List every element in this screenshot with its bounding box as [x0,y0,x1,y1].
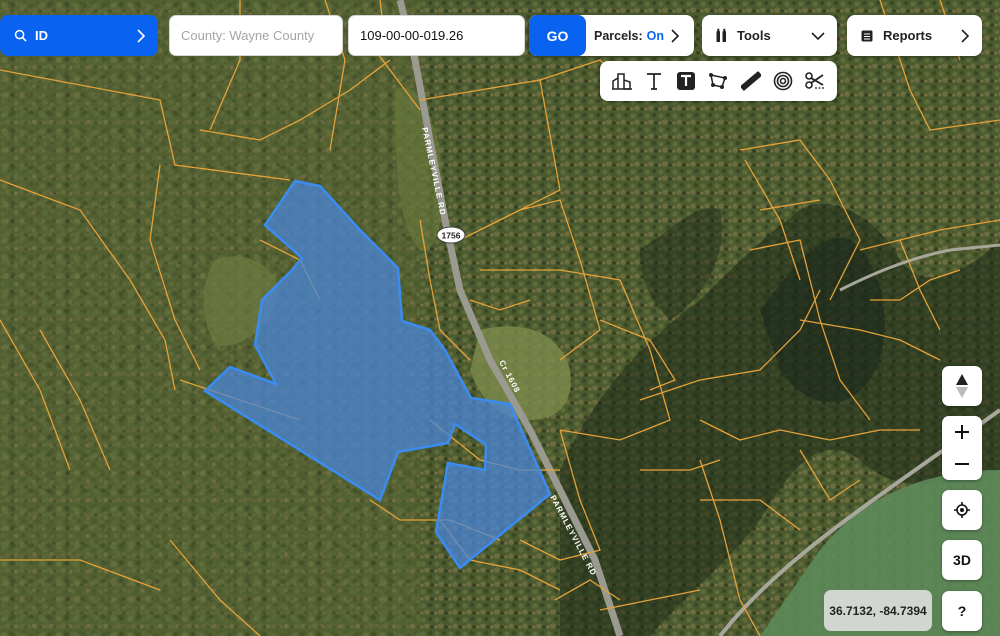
zoom-out-icon [955,463,969,465]
zoom-controls [942,416,982,480]
compass-button[interactable] [942,366,982,406]
chevron-right-icon [671,29,680,43]
drawing-toolbar [600,61,837,101]
buildings-tool[interactable] [608,67,636,95]
search-mode-button[interactable]: ID [0,15,158,56]
buffer-tool[interactable] [769,67,797,95]
text-icon [647,73,662,90]
search-mode-label: ID [35,28,48,43]
three-d-button[interactable]: 3D [942,540,982,580]
text-box-icon [677,72,696,90]
help-label: ? [957,603,967,619]
buildings-icon [612,73,633,90]
parcels-toggle[interactable]: Parcels: On [586,29,664,43]
polygon-tool[interactable] [704,67,732,95]
locate-button[interactable] [942,490,982,530]
go-button[interactable]: GO [529,15,586,56]
tools-dropdown[interactable]: Tools [702,15,837,56]
split-tool[interactable] [801,67,829,95]
parcels-group: GO Parcels: On [529,15,694,56]
reports-label: Reports [883,28,933,43]
help-button[interactable]: ? [942,591,982,631]
chevron-right-icon [961,29,970,43]
zoom-out-button[interactable] [954,448,970,480]
scissors-icon [805,72,824,89]
text-box-tool[interactable] [672,67,700,95]
battery-tools-icon [716,28,726,42]
tools-label: Tools [737,28,771,43]
parcels-state: On [646,28,665,43]
map-canvas[interactable]: PARMLEYVILLE RD Cr 1608 PARMLEYVILLE RD … [0,0,1000,636]
county-input[interactable] [169,15,343,56]
compass-icon [956,374,968,398]
zoom-in-icon [955,425,969,439]
buffer-circle-icon [773,71,793,91]
chevron-down-icon [811,32,825,41]
parcel-id-input[interactable] [348,15,525,56]
parcels-label: Parcels: [594,28,643,43]
coordinates-text: 36.7132, -84.7394 [829,603,927,618]
reports-button[interactable]: Reports [847,15,982,56]
svg-text:1756: 1756 [442,231,461,241]
ruler-icon [740,71,761,91]
polygon-icon [709,73,728,89]
chevron-right-icon [137,29,146,43]
zoom-in-button[interactable] [954,416,970,448]
reports-list-icon [861,30,873,41]
route-shield: 1756 [436,226,466,244]
go-label: GO [546,27,569,44]
coordinates-readout: 36.7132, -84.7394 [824,590,932,631]
ruler-tool[interactable] [737,67,765,95]
locate-icon [954,502,970,518]
search-icon [14,29,27,42]
text-tool[interactable] [640,67,668,95]
three-d-label: 3D [953,552,971,568]
